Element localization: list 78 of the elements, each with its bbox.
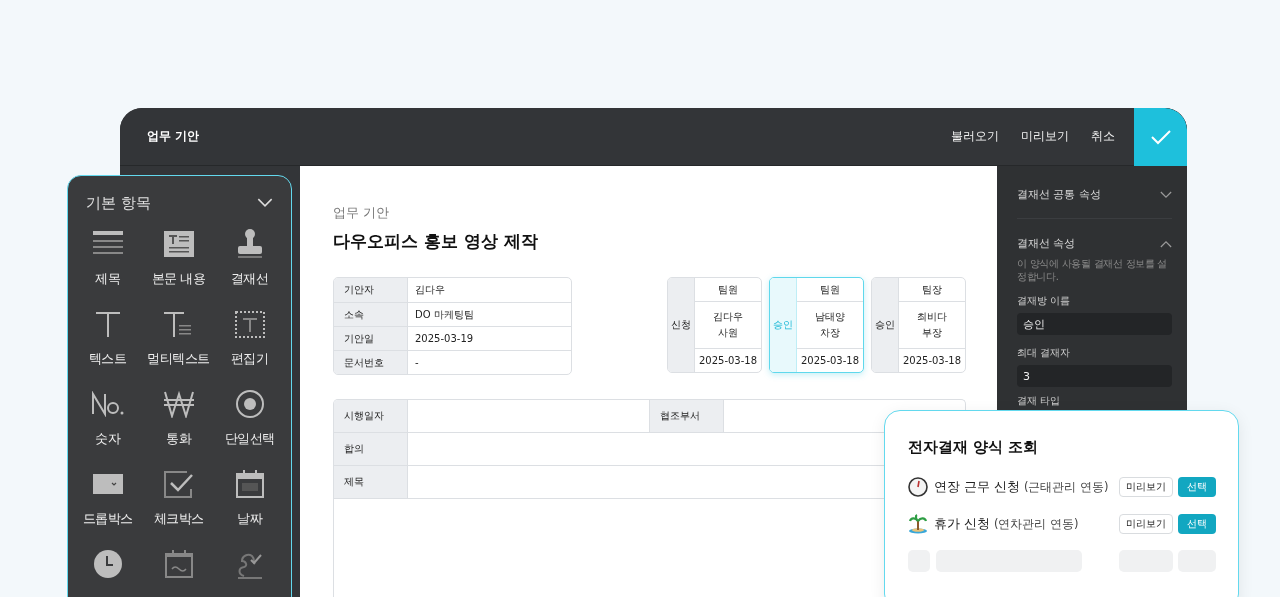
clock-icon: [92, 549, 123, 579]
form-name: 연장 근무 신청 (근태관리 연동): [934, 478, 1110, 496]
approval-type: 승인: [872, 278, 899, 372]
calendar-icon: [234, 469, 265, 499]
tool-label[interactable]: 단일선택: [224, 430, 275, 448]
tool-label[interactable]: 결재선: [230, 270, 269, 288]
calendar-icon: [163, 549, 194, 579]
won-sign-icon: [162, 390, 195, 418]
document-icon: [162, 230, 195, 258]
tool-label[interactable]: 숫자: [95, 430, 120, 448]
section-title: 결재선 공통 속성: [1017, 187, 1101, 202]
document-category: 업무 기안: [333, 204, 391, 222]
approver-position: 팀장: [899, 278, 965, 302]
field-label: 결재방 이름: [1017, 295, 1072, 307]
tool-label[interactable]: 텍스트: [88, 350, 127, 368]
approver-name: 김다우: [713, 310, 743, 324]
text-frame-icon: [233, 309, 266, 339]
tool-label[interactable]: 본문 내용: [151, 270, 206, 288]
palm-tree-icon: [908, 514, 928, 534]
preview-button[interactable]: 미리보기: [1119, 514, 1173, 534]
approval-card[interactable]: 신청 팀원 김다우 사원 2025-03-18: [667, 277, 762, 373]
table-cell-text: 2025-03-19: [414, 332, 475, 346]
tool-label[interactable]: 편집기: [230, 350, 269, 368]
approver-rank: 사원: [718, 326, 738, 340]
dialog-title: 전자결재 양식 조회: [908, 438, 1040, 457]
table-header-cell: 협조부서: [650, 400, 724, 432]
approver-position: 팀원: [797, 278, 863, 302]
collapse-icon[interactable]: [1160, 239, 1172, 248]
table-header-cell: 문서번호: [334, 351, 408, 374]
input-field[interactable]: 승인: [1017, 313, 1172, 335]
preview-button[interactable]: 미리보기: [1119, 477, 1173, 497]
radio-icon: [234, 389, 265, 419]
approver-rank: 부장: [922, 326, 942, 340]
approver-name: 남태양: [815, 310, 845, 324]
table-header-cell: 소속: [334, 303, 408, 326]
panel-title: 기본 항목: [86, 193, 151, 213]
tool-label[interactable]: 날짜: [237, 510, 262, 528]
approval-card[interactable]: 승인 팀장 최비다 부장 2025-03-18: [871, 277, 966, 373]
table-header-cell: 시행일자: [334, 400, 408, 432]
approver-rank: 차장: [820, 326, 840, 340]
field-label: 최대 결재자: [1017, 347, 1072, 359]
table-header-cell: 제목: [334, 466, 408, 498]
field-label: 결재 타입: [1017, 395, 1062, 407]
tool-label[interactable]: 체크박스: [153, 510, 204, 528]
form-name: 휴가 신청 (연차관리 연동): [934, 515, 1080, 533]
approval-type: 승인: [770, 278, 797, 372]
table-cell-text: 김다우: [414, 283, 446, 297]
toolbar-button[interactable]: 취소: [1080, 128, 1126, 145]
toolbar-button[interactable]: 미리보기: [1010, 128, 1080, 145]
table-cell-text: -: [414, 356, 420, 370]
toolbar-button[interactable]: 불러오기: [940, 128, 1010, 145]
section-description: 이 양식에 사용될 결재선 정보를 설정합니다.: [1017, 257, 1169, 283]
approval-date: 2025-03-18: [901, 354, 963, 368]
input-field[interactable]: 3: [1017, 365, 1172, 387]
table-header-cell: 기안일: [334, 327, 408, 350]
dropdown-icon: [91, 472, 124, 496]
table-header-cell: 합의: [334, 433, 408, 465]
check-icon: [1150, 128, 1171, 145]
approval-date: 2025-03-18: [697, 354, 759, 368]
approver-position: 팀원: [695, 278, 761, 302]
expand-icon[interactable]: [1160, 190, 1172, 199]
table-header-cell: 기안자: [334, 278, 408, 302]
number-sign-icon: [90, 391, 125, 417]
text-icon: [94, 310, 121, 338]
tool-label[interactable]: 멀티텍스트: [147, 350, 210, 368]
gauge-icon: [908, 477, 928, 497]
document-title: 다우오피스 홍보 영상 제작: [333, 230, 539, 253]
checkbox-icon: [162, 469, 195, 499]
table-cell-text: DO 마케팅팀: [414, 307, 475, 322]
window-title: 업무 기안: [146, 128, 201, 145]
approval-date: 2025-03-18: [799, 354, 861, 368]
tool-label[interactable]: 드롭박스: [82, 510, 133, 528]
tool-label[interactable]: 제목: [95, 270, 120, 288]
section-title: 결재선 속성: [1017, 236, 1076, 251]
approval-type: 신청: [668, 278, 695, 372]
tool-label[interactable]: 통화: [166, 430, 191, 448]
approver-name: 최비다: [917, 310, 947, 324]
approval-card[interactable]: 승인 팀원 남태양 차장 2025-03-18: [769, 277, 864, 373]
